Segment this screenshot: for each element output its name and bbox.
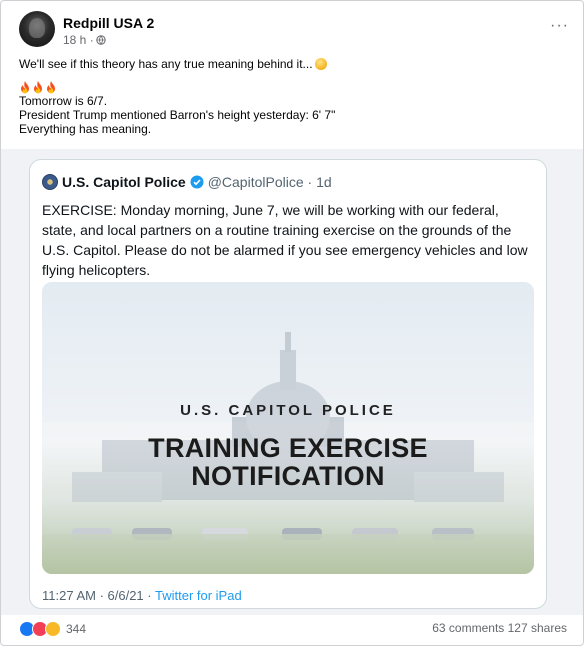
capitol-seal-icon: [42, 174, 58, 190]
post-line-2: Tomorrow is 6/7.: [19, 94, 108, 108]
fire-emoji-icon: [47, 81, 55, 94]
fire-emoji-icon: [21, 81, 29, 94]
verified-badge-icon: [190, 175, 204, 189]
avatar[interactable]: [19, 11, 55, 47]
post-line-3: President Trump mentioned Barron's heigh…: [19, 108, 336, 122]
globe-icon: [95, 35, 106, 45]
tweet-header: U.S. Capitol Police @CapitolPolice · 1d: [42, 174, 332, 190]
media-title-line-1: TRAINING EXERCISE: [148, 433, 428, 463]
fire-emoji-icon: [34, 81, 42, 94]
tweet-timestamp[interactable]: 11:27 AM · 6/6/21 ·: [42, 588, 155, 603]
post-stats: 344 63 comments 127 shares: [19, 621, 567, 637]
tweet-media-image[interactable]: U.S. CAPITOL POLICE TRAINING EXERCISE NO…: [42, 282, 534, 574]
post-meta: 18 h ·: [63, 33, 106, 47]
reaction-count[interactable]: 344: [66, 622, 86, 636]
media-title: TRAINING EXERCISE NOTIFICATION: [42, 434, 534, 490]
wink-emoji-icon: [314, 58, 327, 70]
post-header: Redpill USA 2 18 h · ···: [19, 11, 569, 51]
post-line-4: Everything has meaning.: [19, 122, 152, 136]
media-subtitle: U.S. CAPITOL POLICE: [180, 402, 396, 419]
facebook-post: Redpill USA 2 18 h · ··· We'll see if th…: [0, 0, 584, 646]
wow-reaction-icon: [45, 621, 61, 637]
capitol-building-graphic: [72, 332, 504, 502]
tweet-author[interactable]: U.S. Capitol Police: [62, 174, 186, 190]
embedded-tweet[interactable]: U.S. Capitol Police @CapitolPolice · 1d …: [29, 159, 547, 609]
post-time[interactable]: 18 h ·: [63, 33, 94, 47]
tweet-body: EXERCISE: Monday morning, June 7, we wil…: [42, 202, 528, 278]
embedded-tweet-area: U.S. Capitol Police @CapitolPolice · 1d …: [1, 149, 583, 615]
post-line-1: We'll see if this theory has any true me…: [19, 57, 313, 71]
comments-shares[interactable]: 63 comments 127 shares: [432, 621, 567, 635]
media-title-line-2: NOTIFICATION: [191, 461, 385, 491]
fire-emojis: [19, 81, 559, 94]
tweet-source-link[interactable]: Twitter for iPad: [155, 588, 242, 603]
reactions-summary[interactable]: 344: [19, 621, 86, 637]
post-text: We'll see if this theory has any true me…: [19, 57, 559, 136]
tweet-handle[interactable]: @CapitolPolice · 1d: [208, 174, 332, 190]
post-author[interactable]: Redpill USA 2: [63, 15, 154, 31]
more-icon[interactable]: ···: [550, 18, 569, 34]
tweet-footer: 11:27 AM · 6/6/21 · Twitter for iPad: [42, 588, 242, 603]
